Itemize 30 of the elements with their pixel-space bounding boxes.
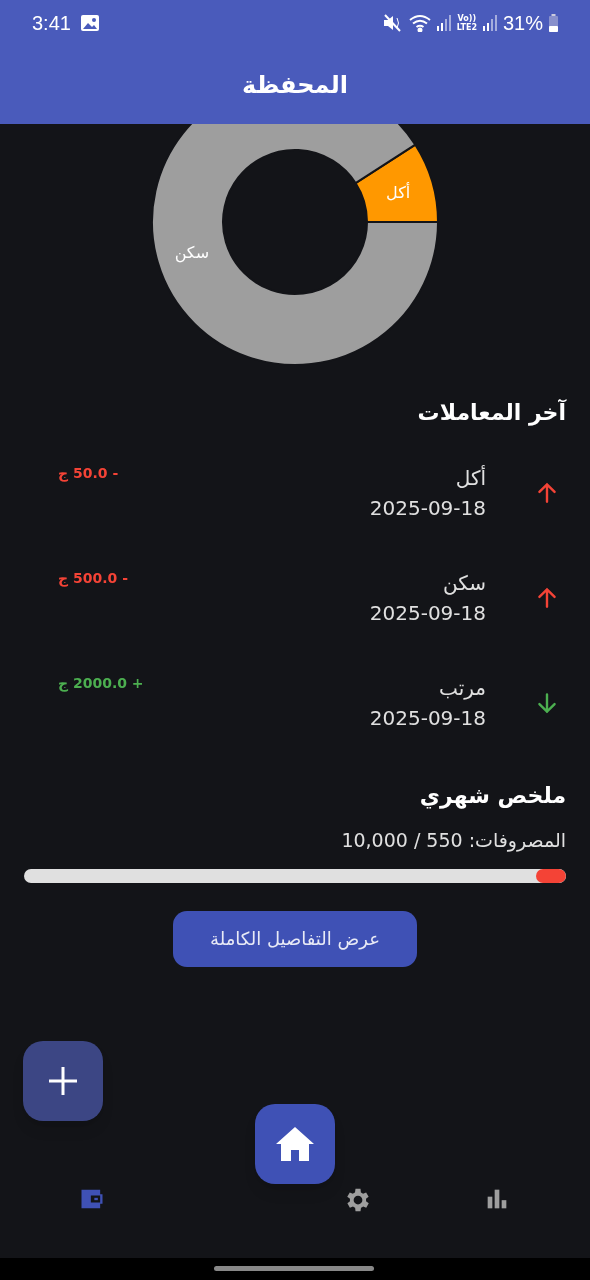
image-icon <box>80 15 99 31</box>
transaction-name: أكل <box>454 464 486 492</box>
spent-text: المصروفات: 550 / 10,000 <box>340 828 566 854</box>
transaction-date: 2025-09-18 <box>369 705 486 732</box>
mute-icon <box>382 14 403 32</box>
wifi-icon <box>408 14 431 32</box>
home-icon <box>276 1127 314 1161</box>
home-button[interactable] <box>255 1104 335 1184</box>
app-title: المحفظة <box>242 70 348 101</box>
transaction-amount: - 50.0 ج <box>58 464 119 484</box>
signal-icon <box>482 15 497 31</box>
transaction-name: مرتب <box>438 675 486 702</box>
transaction-name: سكن <box>441 570 486 597</box>
view-details-button[interactable]: عرض التفاصيل الكاملة <box>173 910 417 967</box>
transaction-amount: + 2000.0 ج <box>58 674 144 694</box>
section-title: آخر المعاملات <box>416 398 566 428</box>
plus-icon <box>48 1066 78 1096</box>
section-title: ملخص شهري <box>418 782 566 811</box>
status-time: 3:41 <box>32 11 71 36</box>
network-label: LTE2 <box>456 23 477 32</box>
volte-label: Vo)) <box>457 14 477 23</box>
add-button[interactable] <box>23 1041 103 1121</box>
transaction-date: 2025-09-18 <box>369 600 486 627</box>
signal-icon <box>436 15 451 31</box>
slice-label: أكل <box>386 182 411 202</box>
battery-icon <box>549 14 558 32</box>
transaction-date: 2025-09-18 <box>369 495 486 522</box>
transaction-amount: - 500.0 ج <box>58 569 128 589</box>
slice-label: سكن <box>174 243 210 263</box>
battery-percent: 31% <box>502 11 543 36</box>
